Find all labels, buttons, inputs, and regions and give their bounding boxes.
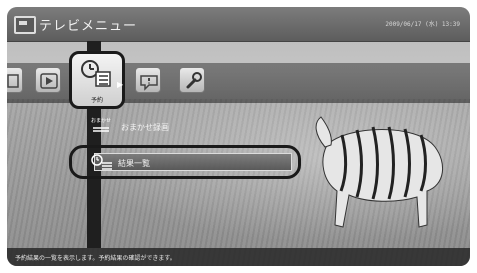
datetime-readout: 2009/06/17 (水) 13:39: [385, 21, 460, 28]
submenu-item-auto-record[interactable]: おまかせ おまかせ録画: [87, 116, 387, 138]
chat-category-icon[interactable]: [135, 67, 161, 93]
play-category-icon[interactable]: [35, 67, 61, 93]
status-message: 予約結果の一覧を表示します。予約結果の確認ができます。: [15, 255, 176, 262]
chevron-right-icon[interactable]: ▶: [117, 80, 123, 89]
title-bar: テレビメニュー 2009/06/17 (水) 13:39: [7, 7, 470, 42]
clock-list-icon: [90, 153, 114, 177]
tv-menu-screen: テレビメニュー 2009/06/17 (水) 13:39 ◀ ▶ 予約: [7, 7, 470, 266]
submenu-item-label: 結果一覧: [118, 159, 150, 168]
auto-record-tag: おまかせ: [91, 118, 112, 124]
wrench-category-icon[interactable]: [179, 67, 205, 93]
partial-category-icon[interactable]: [7, 67, 23, 93]
selected-category-label: 予約: [90, 97, 103, 104]
submenu-item-label: おまかせ録画: [121, 123, 169, 132]
window-title: テレビメニュー: [39, 19, 138, 34]
submenu-item-result-list[interactable]: 結果一覧: [69, 145, 301, 179]
status-bar: 予約結果の一覧を表示します。予約結果の確認ができます。: [7, 248, 470, 266]
auto-record-icon: おまかせ: [91, 118, 113, 140]
tv-menu-icon: [14, 16, 36, 34]
